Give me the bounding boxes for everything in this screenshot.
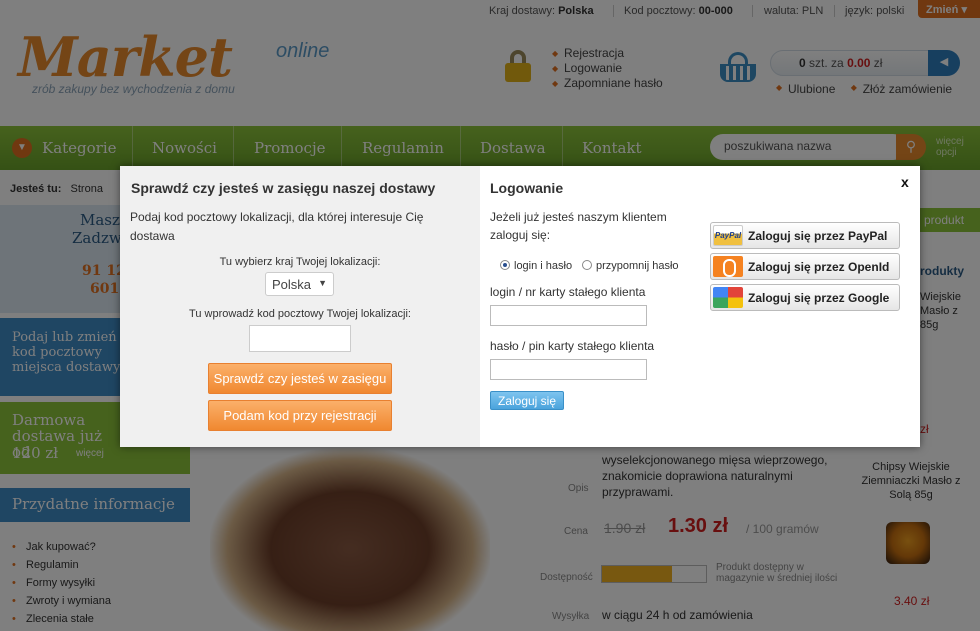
radio-remind-password[interactable]: przypomnij hasło [582,260,679,272]
country-select[interactable]: Polska ▼ [265,272,334,296]
delivery-check-panel: Sprawdź czy jesteś w zasięgu naszej dost… [120,166,480,447]
google-icon [713,287,743,308]
openid-icon [713,256,743,277]
delivery-check-intro: Podaj kod pocztowy lokalizacji, dla któr… [130,210,424,243]
postal-code-label: Tu wprowadź kod pocztowy Twojej lokaliza… [189,308,411,320]
chevron-down-icon: ▼ [318,278,327,288]
paypal-login-button[interactable]: PayPal Zaloguj się przez PayPal [710,222,900,249]
country-label: Tu wybierz kraj Twojej lokalizacji: [219,256,381,268]
login-intro: Jeżeli już jesteś naszym klientem zalogu… [490,210,667,242]
password-input[interactable] [490,359,647,380]
delivery-login-dialog: Sprawdź czy jesteś w zasięgu naszej dost… [120,166,920,447]
radio-login-password[interactable]: login i hasło [500,260,572,272]
login-button[interactable]: Zaloguj się [490,391,564,410]
check-delivery-button[interactable]: Sprawdź czy jesteś w zasięgu [208,363,392,394]
login-title: Logowanie [490,180,564,196]
enter-at-registration-button[interactable]: Podam kod przy rejestracji [208,400,392,431]
paypal-icon: PayPal [713,225,743,246]
postal-code-input[interactable] [249,325,351,352]
login-field-label: login / nr karty stałego klienta [490,285,646,299]
google-login-button[interactable]: Zaloguj się przez Google [710,284,900,311]
delivery-check-title: Sprawdź czy jesteś w zasięgu naszej dost… [131,180,436,196]
openid-login-button[interactable]: Zaloguj się przez OpenId [710,253,900,280]
password-field-label: hasło / pin karty stałego klienta [490,339,655,353]
close-icon[interactable]: x [901,174,909,190]
login-input[interactable] [490,305,647,326]
